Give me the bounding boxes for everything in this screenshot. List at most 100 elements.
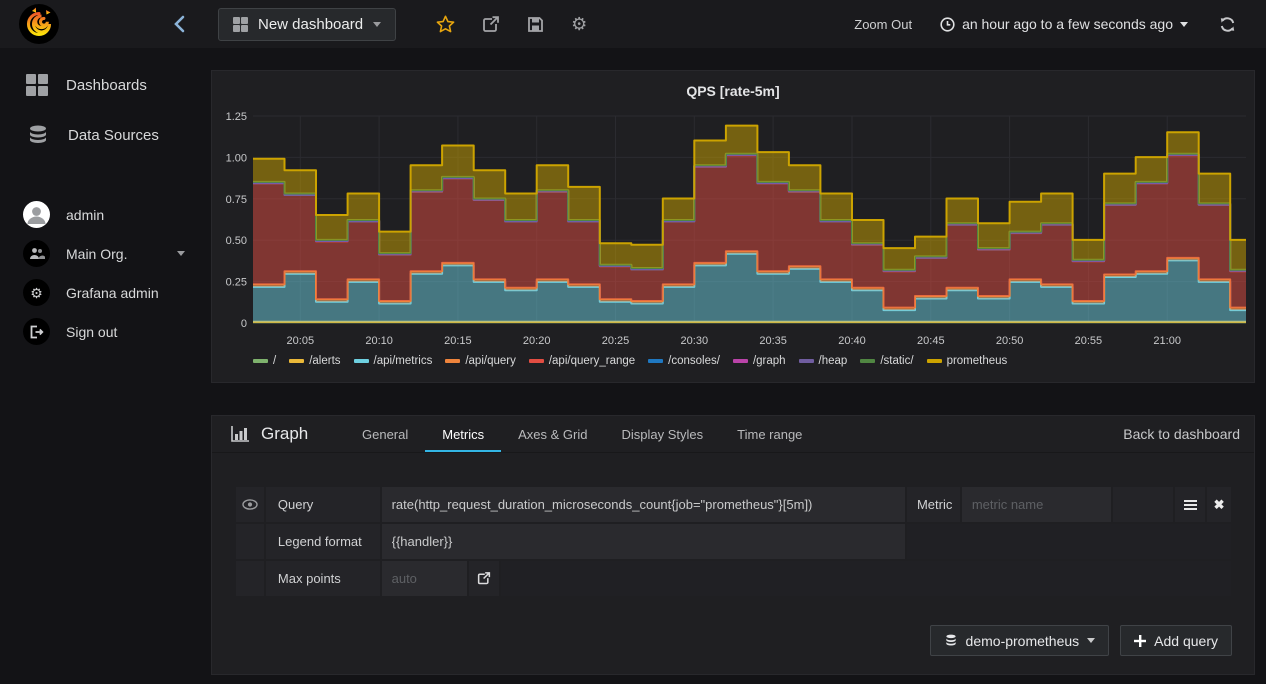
- star-button[interactable]: [436, 15, 455, 33]
- tab-display-styles[interactable]: Display Styles: [605, 416, 721, 452]
- legend-series-label: /api/metrics: [373, 355, 433, 367]
- legend-color-dash: [926, 359, 942, 363]
- graph-panel: QPS [rate-5m] 0 0.25 0.50 0.75 1.00 1.25 20:05…: [211, 70, 1255, 383]
- time-range-picker[interactable]: an hour ago to a few seconds ago: [940, 16, 1188, 32]
- sidebar-item-admin[interactable]: admin: [0, 195, 211, 234]
- legend-series-label: /: [273, 355, 277, 367]
- bar-chart-icon: [231, 426, 249, 442]
- legend-color-dash: [860, 359, 876, 363]
- dashboard-title: New dashboard: [258, 15, 364, 33]
- svg-text:20:25: 20:25: [602, 335, 630, 347]
- legend-item-static[interactable]: /static/: [860, 355, 914, 367]
- legend-item-[interactable]: /: [253, 355, 276, 367]
- legend-item-consoles[interactable]: /consoles/: [648, 355, 720, 367]
- legend-item-prometheus[interactable]: prometheus: [926, 355, 1007, 367]
- svg-text:0: 0: [241, 318, 247, 330]
- database-icon: [30, 125, 46, 143]
- tab-general[interactable]: General: [345, 416, 425, 452]
- dashboard-title-button[interactable]: New dashboard: [218, 7, 397, 41]
- query-menu-button[interactable]: [1175, 487, 1206, 522]
- tab-time-range[interactable]: Time range: [720, 416, 819, 452]
- metric-input-cell: [961, 487, 1112, 522]
- legend-item-graph[interactable]: /graph: [732, 355, 786, 367]
- legend-format-label: Legend format: [265, 524, 380, 559]
- sidebar-item-label: Data Sources: [68, 126, 159, 144]
- svg-text:20:05: 20:05: [287, 335, 315, 347]
- avatar: [23, 201, 50, 228]
- legend-item-heap[interactable]: /heap: [798, 355, 847, 367]
- sidebar-item-label: Sign out: [66, 323, 118, 340]
- legend-series-label: /graph: [752, 355, 786, 367]
- svg-text:20:30: 20:30: [681, 335, 709, 347]
- chevron-down-icon: [177, 251, 186, 256]
- legend-item-api-query-range[interactable]: /api/query_range: [528, 355, 635, 367]
- legend-format-input[interactable]: [381, 534, 905, 549]
- zoom-out-button[interactable]: Zoom Out: [854, 17, 912, 32]
- settings-button[interactable]: ⚙: [571, 15, 587, 33]
- database-icon: [945, 634, 956, 646]
- legend-color-dash: [528, 359, 544, 363]
- add-query-label: Add query: [1154, 632, 1218, 649]
- back-to-dashboard-link[interactable]: Back to dashboard: [1123, 426, 1240, 442]
- svg-text:20:55: 20:55: [1075, 335, 1103, 347]
- sidebar-item-label: Main Org.: [66, 245, 128, 262]
- datasource-selector-button[interactable]: demo-prometheus: [929, 625, 1110, 656]
- editor-header: Graph: [212, 424, 345, 444]
- grafana-logo-icon[interactable]: [19, 4, 59, 44]
- clock-icon: [940, 16, 955, 32]
- legend-series-label: /consoles/: [668, 355, 720, 367]
- gear-icon: ⚙: [571, 14, 588, 34]
- tab-metrics[interactable]: Metrics: [425, 416, 501, 452]
- chevron-down-icon: [1087, 638, 1096, 643]
- sidebar: Dashboards Data Sources admin Main Org. …: [0, 48, 211, 684]
- max-points-link-button[interactable]: [469, 561, 500, 596]
- sidebar-item-dashboards[interactable]: Dashboards: [0, 60, 211, 110]
- legend-color-dash: [253, 359, 268, 363]
- save-button[interactable]: [527, 16, 544, 33]
- svg-text:20:20: 20:20: [523, 335, 551, 347]
- eye-icon: [242, 499, 258, 510]
- editor-tab-bar: Graph General Metrics Axes & Grid Display S…: [212, 416, 1254, 453]
- metric-name-input[interactable]: [961, 497, 1112, 512]
- save-icon: [528, 16, 543, 32]
- sidebar-item-main-org[interactable]: Main Org.: [0, 234, 211, 273]
- svg-text:20:35: 20:35: [759, 335, 787, 347]
- toggle-query-visibility-button[interactable]: [236, 487, 264, 522]
- sidebar-item-sign-out[interactable]: Sign out: [0, 312, 211, 351]
- tab-axes-grid[interactable]: Axes & Grid: [501, 416, 604, 452]
- refresh-button[interactable]: [1219, 16, 1236, 33]
- share-button[interactable]: [482, 15, 500, 33]
- legend-format-input-cell: [381, 524, 905, 559]
- chevron-down-icon: [373, 21, 382, 27]
- svg-text:1.00: 1.00: [226, 152, 247, 164]
- remove-query-button[interactable]: ✖: [1207, 487, 1231, 522]
- svg-text:21:00: 21:00: [1153, 335, 1181, 347]
- sidebar-item-data-sources[interactable]: Data Sources: [0, 110, 211, 160]
- max-points-input[interactable]: [381, 571, 468, 586]
- dashboards-grid-icon: [26, 74, 48, 96]
- collapse-sidebar-chevron-icon[interactable]: [173, 14, 191, 34]
- query-editor-table: Query Metric ✖ Legend format: [236, 487, 1231, 596]
- query-row-spacer: [1113, 487, 1174, 522]
- add-query-button[interactable]: Add query: [1120, 625, 1232, 656]
- sidebar-item-grafana-admin[interactable]: ⚙ Grafana admin: [0, 273, 211, 312]
- dashboard-grid-icon: [233, 16, 248, 32]
- query-input[interactable]: [381, 497, 905, 512]
- gear-icon: ⚙: [23, 279, 50, 306]
- datasource-name: demo-prometheus: [965, 632, 1080, 649]
- qps-chart[interactable]: 0 0.25 0.50 0.75 1.00 1.25 20:05 20:10 20:15 20:2…: [212, 103, 1254, 353]
- sidebar-item-label: Grafana admin: [66, 284, 159, 301]
- close-icon: ✖: [1213, 496, 1225, 512]
- legend-item-api-query[interactable]: /api/query: [445, 355, 516, 367]
- editor-panel-type: Graph: [261, 424, 309, 443]
- legend-format-row: Legend format: [236, 524, 1231, 559]
- time-range-label: an hour ago to a few seconds ago: [962, 16, 1173, 32]
- legend-item-alerts[interactable]: /alerts: [289, 355, 341, 367]
- graph-panel-title[interactable]: QPS [rate-5m]: [212, 71, 1254, 99]
- menu-icon: [1183, 499, 1197, 510]
- legend-color-dash: [445, 359, 461, 363]
- query-label: Query: [265, 487, 380, 522]
- legend-item-api-metrics[interactable]: /api/metrics: [353, 355, 433, 367]
- plus-icon: [1134, 634, 1147, 647]
- sign-out-icon: [23, 318, 50, 345]
